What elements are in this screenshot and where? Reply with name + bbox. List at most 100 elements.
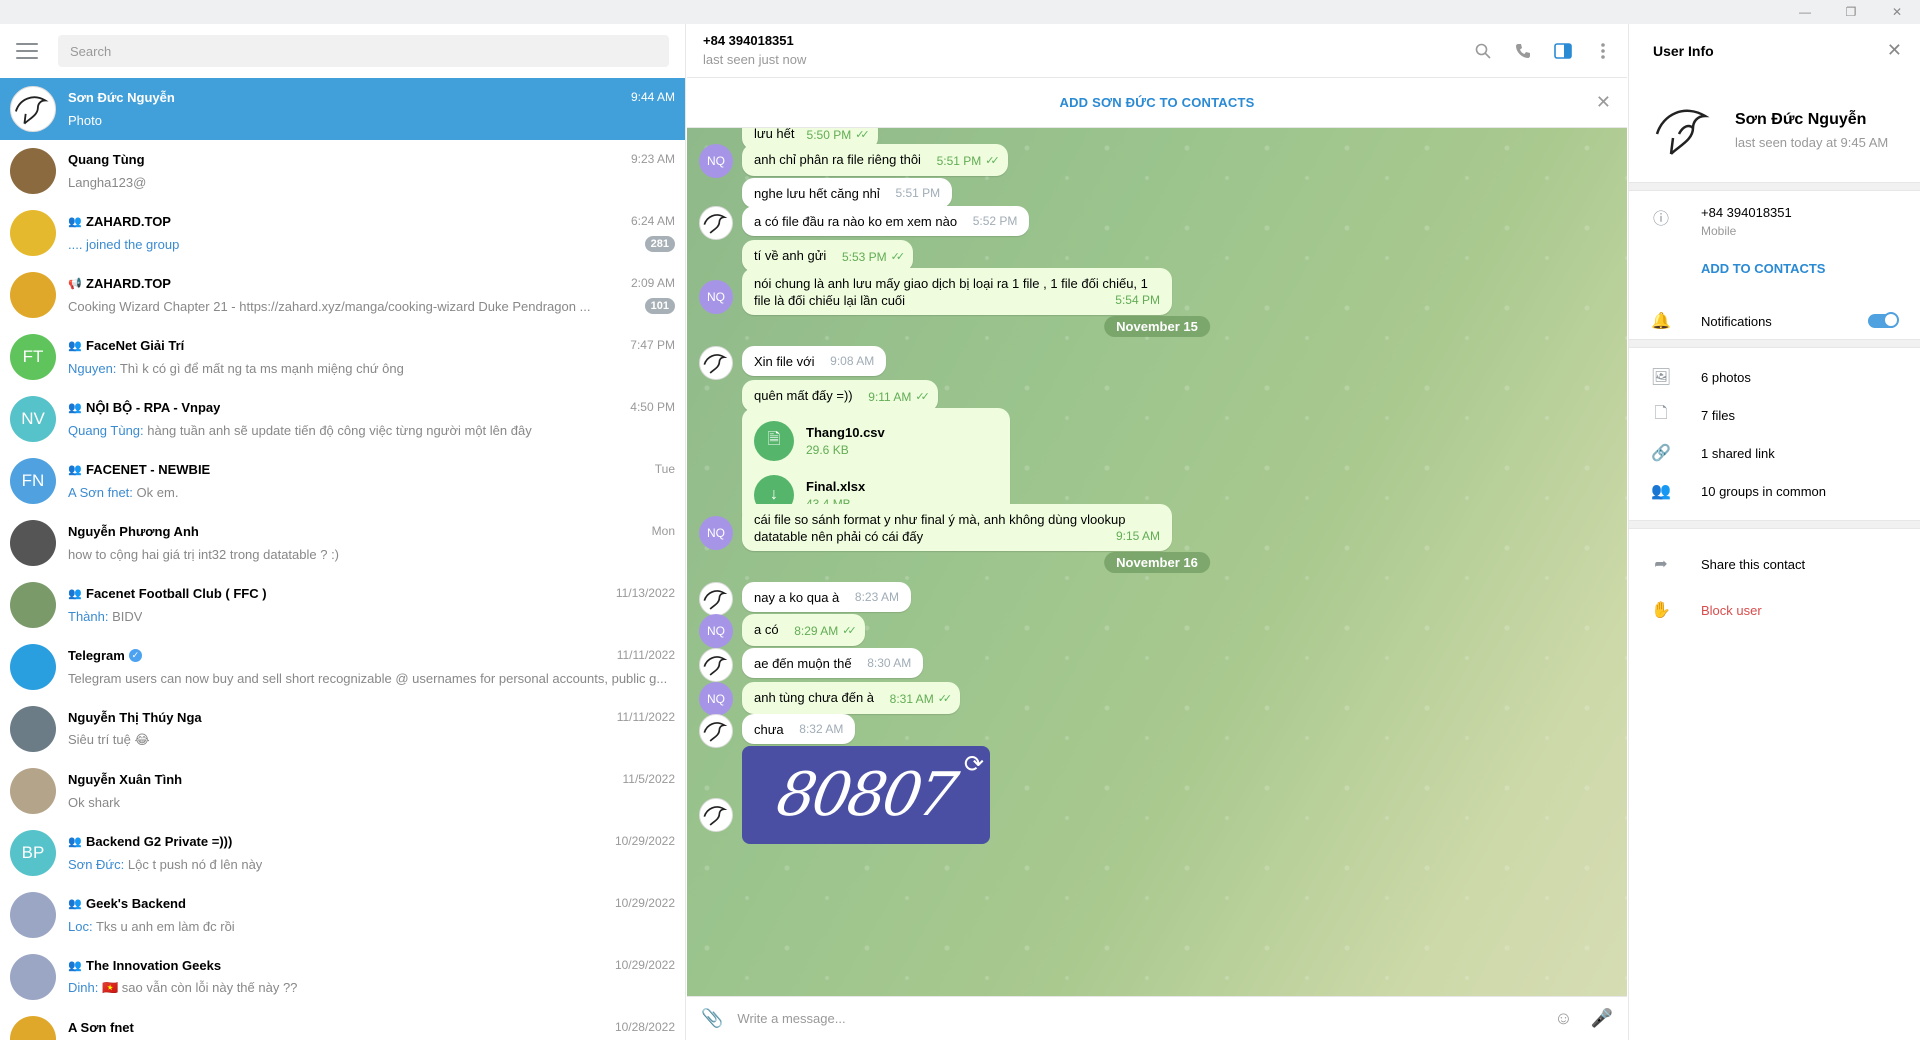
file-attachment[interactable]: 🗎 Thang10.csv 29.6 KB	[754, 416, 998, 466]
avatar	[10, 1016, 56, 1040]
message-time: 5:51 PM	[895, 186, 941, 200]
chat-list-item[interactable]: Quang Tùng 9:23 AM Langha123@	[0, 140, 685, 202]
chat-list-item[interactable]: Nguyễn Thị Thúy Nga 11/11/2022 Siêu trí …	[0, 698, 685, 760]
message-bubble[interactable]: nay a ko qua à 8:23 AM	[742, 582, 911, 612]
close-window-icon[interactable]: ✕	[1874, 0, 1920, 24]
user-info-panel: User Info ✕ Sơn Đức Nguyễn last seen tod…	[1628, 24, 1920, 1040]
sender-avatar[interactable]: NQ	[699, 516, 733, 550]
shared-links[interactable]: 1 shared link	[1701, 446, 1775, 461]
message-bubble[interactable]: nghe lưu hết căng nhỉ 5:51 PM	[742, 178, 953, 208]
chat-list-item[interactable]: 📢 ZAHARD.TOP 2:09 AM Cooking Wizard Chap…	[0, 264, 685, 326]
chat-preview: 🇻🇳 sao vẫn còn lỗi này thế này ??	[101, 980, 298, 995]
shared-files[interactable]: 7 files	[1701, 408, 1735, 423]
sender-avatar[interactable]: NQ	[699, 614, 733, 648]
preview-sender: Thành:	[68, 608, 109, 624]
chat-list-item[interactable]: 👥 The Innovation Geeks 10/29/2022 Dinh: …	[0, 946, 685, 1008]
message-text: ae đến muộn thế	[754, 656, 852, 671]
message-bubble[interactable]: a có file đầu ra nào ko em xem nào 5:52 …	[742, 206, 1030, 236]
verified-icon: ✓	[128, 648, 142, 662]
chat-list-item[interactable]: Telegram ✓ 11/11/2022 Telegram users can…	[0, 636, 685, 698]
avatar-initials: BP	[21, 843, 45, 862]
chat-header[interactable]: +84 394018351 last seen just now	[687, 24, 1627, 78]
message-text: Xin file với	[754, 354, 815, 369]
avatar-initials: NQ	[707, 692, 725, 706]
chat-name: Sơn Đức Nguyễn	[68, 89, 175, 105]
sender-avatar[interactable]: NQ	[699, 280, 733, 314]
avatar	[10, 582, 56, 628]
message-bubble[interactable]: anh chỉ phân ra file riêng thôi 5:51 PM ✓…	[742, 144, 1008, 176]
read-ticks-icon: ✓✓	[937, 693, 953, 705]
chat-list-item[interactable]: 👥 Geek's Backend 10/29/2022 Loc: Tks u a…	[0, 884, 685, 946]
more-options-icon[interactable]	[1591, 40, 1615, 62]
add-to-contacts-link[interactable]: ADD SƠN ĐỨC TO CONTACTS	[1060, 95, 1255, 110]
message-composer: 📎 ☺ 🎤	[687, 996, 1627, 1040]
chat-list-item[interactable]: Sơn Đức Nguyễn 9:44 AM Photo	[0, 78, 685, 140]
add-to-contacts-button[interactable]: ADD TO CONTACTS	[1701, 261, 1825, 276]
avatar: BP	[10, 830, 56, 876]
sidebar-toggle-icon[interactable]	[1551, 40, 1575, 62]
hamburger-menu-icon[interactable]	[16, 43, 38, 59]
message-bubble[interactable]: anh tùng chưa đến à 8:31 AM ✓✓	[742, 682, 961, 714]
share-icon: ➦	[1654, 556, 1668, 573]
emoji-icon[interactable]: ☺	[1554, 1008, 1572, 1029]
phone-call-icon[interactable]	[1511, 40, 1535, 62]
attach-icon[interactable]: 📎	[701, 1008, 723, 1029]
phone-number[interactable]: +84 394018351	[1701, 205, 1792, 220]
preview-sender: Nguyen:	[68, 360, 117, 376]
sender-avatar[interactable]: NQ	[699, 682, 733, 716]
notifications-toggle[interactable]	[1868, 312, 1899, 328]
chat-list-item[interactable]: NV 👥 NỘI BỘ - RPA - Vnpay 4:50 PM Quang …	[0, 388, 685, 450]
avatar: NV	[10, 396, 56, 442]
search-box[interactable]	[58, 35, 669, 67]
block-user-button[interactable]: Block user	[1701, 603, 1762, 618]
sender-avatar[interactable]: NQ	[699, 144, 733, 178]
message-bubble[interactable]: a có 8:29 AM ✓✓	[742, 614, 865, 646]
sender-avatar[interactable]	[699, 798, 733, 832]
message-bubble[interactable]: Xin file với 9:08 AM	[742, 346, 887, 376]
chat-sidebar: Sơn Đức Nguyễn 9:44 AM Photo	[0, 24, 686, 1040]
message-bubble[interactable]: cái file so sánh format y như final ý mà…	[742, 504, 1172, 551]
share-contact-button[interactable]: Share this contact	[1701, 557, 1805, 572]
message-text: nói chung là anh lưu mấy giao dịch bị lo…	[754, 276, 1148, 308]
profile-avatar[interactable]	[1649, 94, 1721, 166]
sender-avatar[interactable]	[699, 346, 733, 380]
sender-avatar[interactable]	[699, 206, 733, 240]
chat-list-item[interactable]: 👥 Facenet Football Club ( FFC ) 11/13/20…	[0, 574, 685, 636]
message-bubble[interactable]: chưa 8:32 AM	[742, 714, 856, 744]
link-icon: 🔗	[1651, 445, 1671, 462]
search-icon[interactable]	[1471, 40, 1495, 62]
chat-list-item[interactable]: FN 👥 FACENET - NEWBIE Tue A Sơn fnet: Ok…	[0, 450, 685, 512]
group-icon: 👥	[68, 401, 82, 414]
restore-icon[interactable]: ❐	[1828, 0, 1874, 24]
chat-preview: BIDV	[112, 608, 143, 624]
preview-sender: Loc:	[68, 918, 93, 934]
message-bubble[interactable]: ae đến muộn thế 8:30 AM	[742, 648, 924, 678]
group-icon: 👥	[68, 463, 82, 476]
sender-avatar[interactable]	[699, 648, 733, 682]
chat-list-item[interactable]: 👥 ZAHARD.TOP 6:24 AM .... joined the gro…	[0, 202, 685, 264]
groups-in-common[interactable]: 10 groups in common	[1701, 484, 1826, 499]
minimize-icon[interactable]: —	[1782, 0, 1828, 24]
chat-time: Mon	[651, 524, 675, 538]
unread-badge: 101	[644, 298, 675, 314]
captcha-photo[interactable]: 80807 ⟳	[742, 746, 990, 844]
message-input[interactable]	[737, 1011, 1537, 1026]
chat-list-item[interactable]: FT 👥 FaceNet Giải Trí 7:47 PM Nguyen: Th…	[0, 326, 685, 388]
chat-list-item[interactable]: Nguyễn Phương Anh Mon how to cộng hai gi…	[0, 512, 685, 574]
message-time: 8:23 AM	[854, 590, 899, 604]
shared-photos[interactable]: 6 photos	[1701, 370, 1751, 385]
chat-list-item[interactable]: BP 👥 Backend G2 Private =))) 10/29/2022 …	[0, 822, 685, 884]
close-icon[interactable]: ✕	[1596, 92, 1611, 113]
sender-avatar[interactable]	[699, 582, 733, 616]
sender-avatar[interactable]	[699, 714, 733, 748]
chat-list-item[interactable]: Nguyễn Xuân Tình 11/5/2022 Ok shark	[0, 760, 685, 822]
chat-list-item[interactable]: A Sơn fnet 10/28/2022	[0, 1008, 685, 1040]
search-input[interactable]	[70, 43, 657, 59]
microphone-icon[interactable]: 🎤	[1591, 1008, 1613, 1029]
chat-preview: how to cộng hai giá trị int32 trong data…	[68, 546, 340, 562]
chat-name: Nguyễn Phương Anh	[68, 523, 199, 539]
message-text: chưa	[754, 722, 784, 737]
message-bubble[interactable]: nói chung là anh lưu mấy giao dịch bị lo…	[742, 268, 1172, 315]
chat-name: Quang Tùng	[68, 151, 145, 167]
close-icon[interactable]: ✕	[1887, 40, 1902, 61]
